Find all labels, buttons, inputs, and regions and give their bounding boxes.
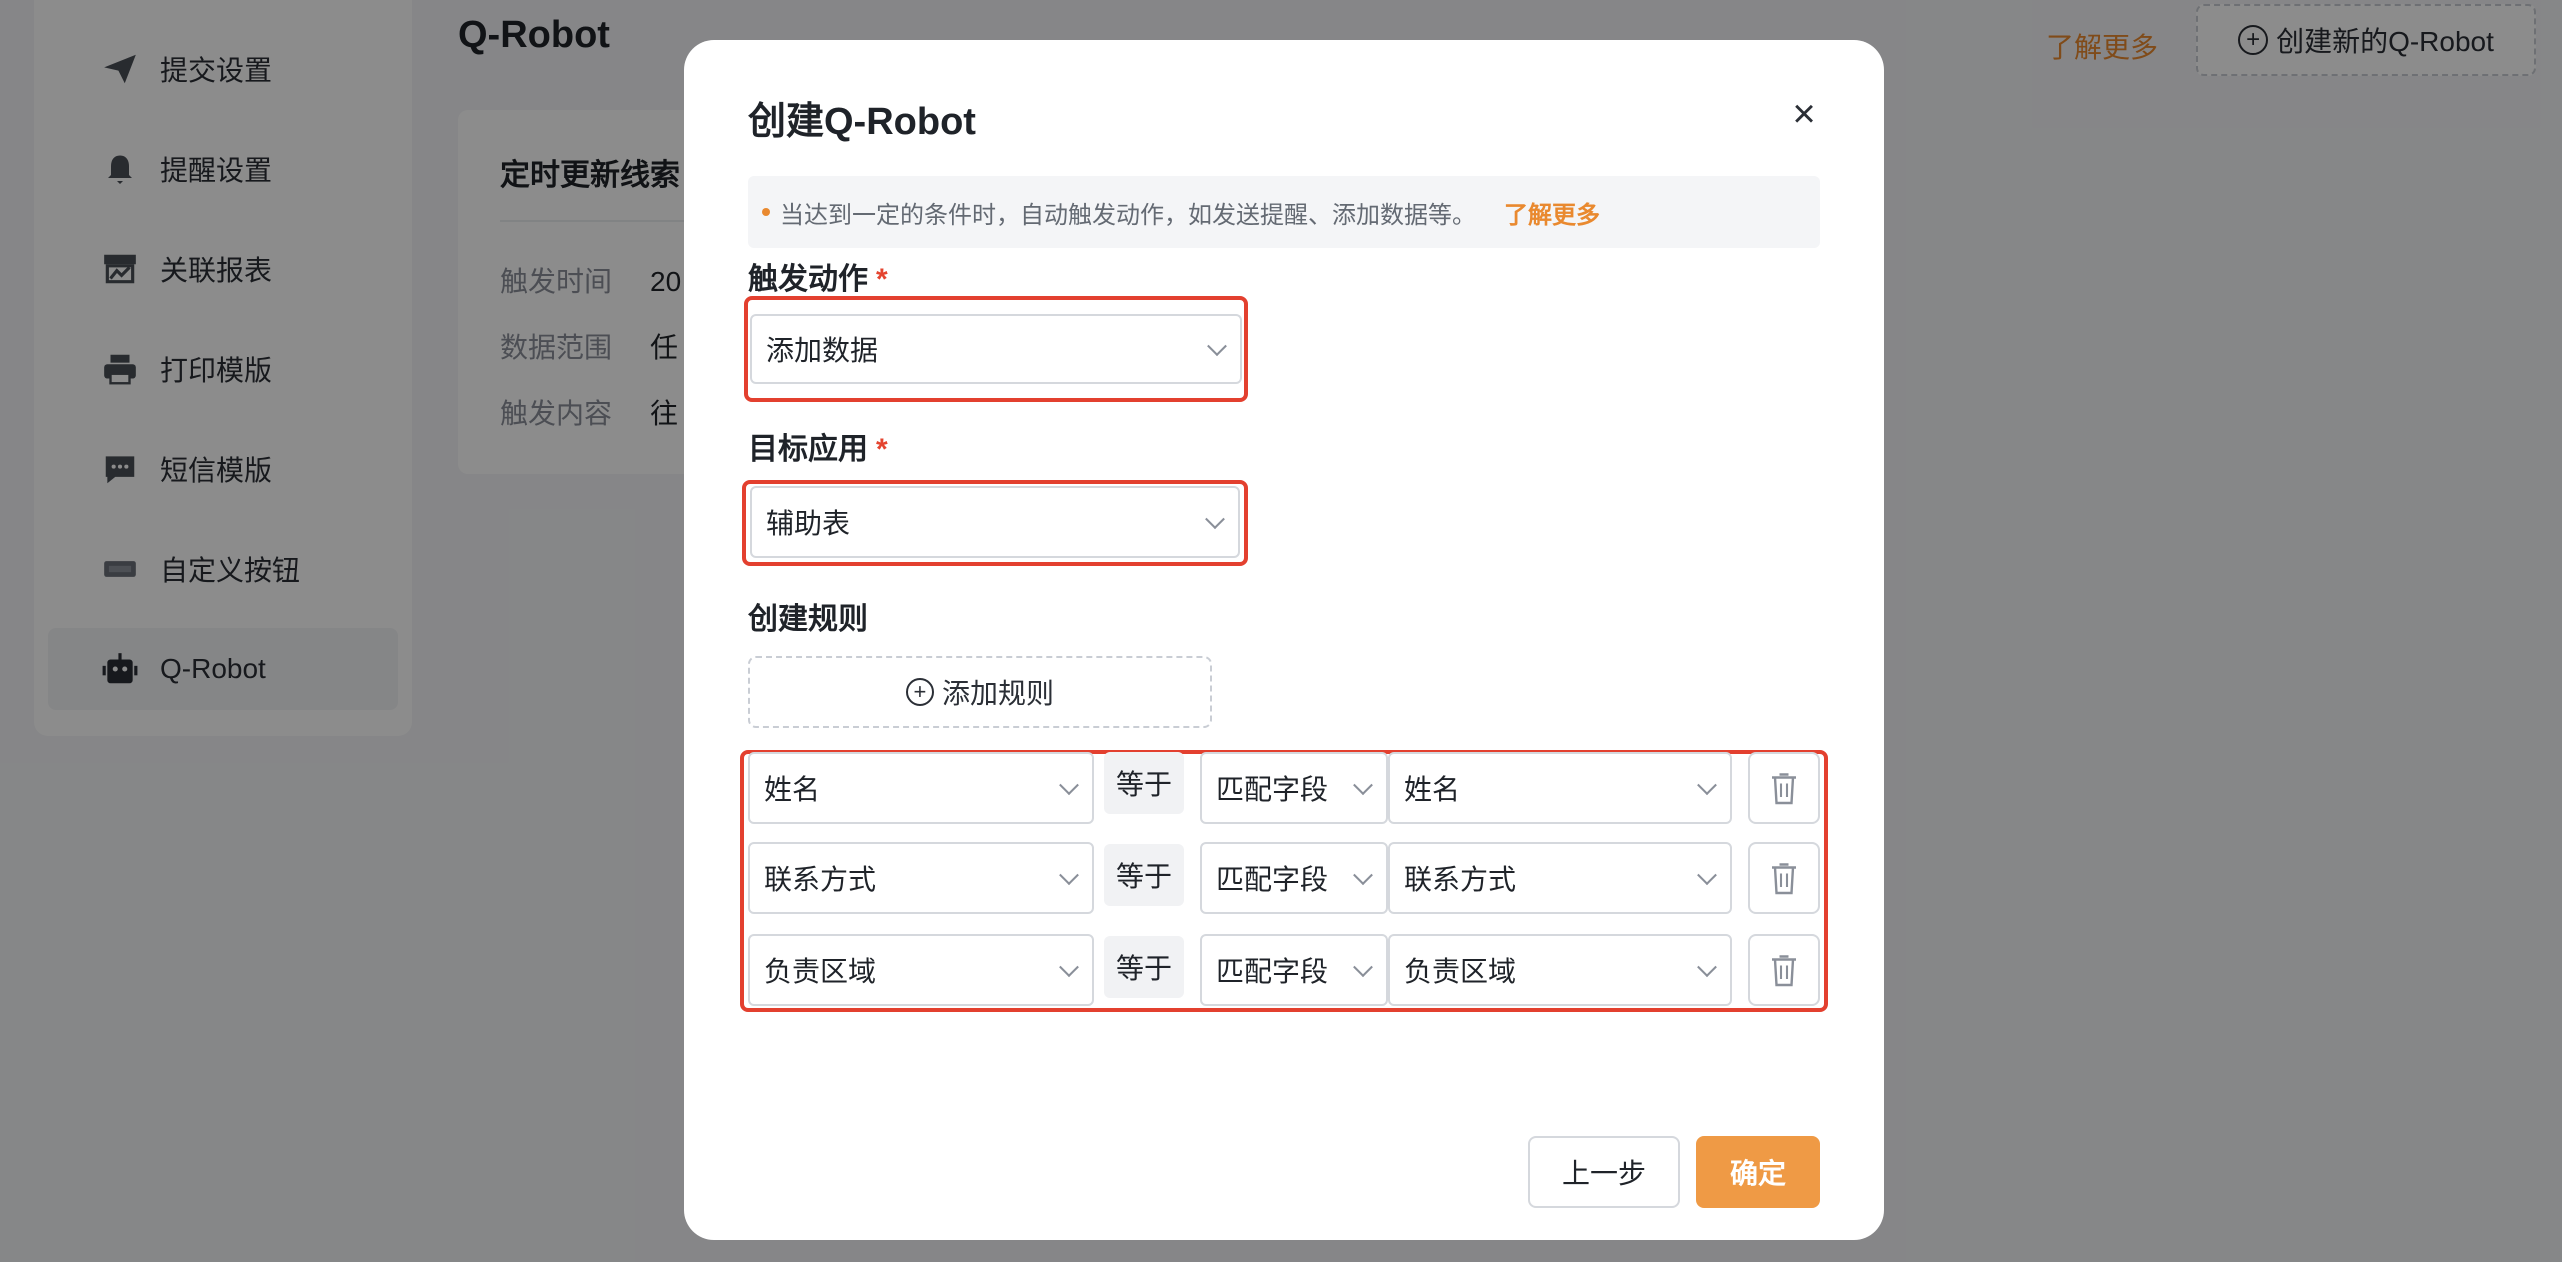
chevron-down-icon	[1059, 865, 1079, 886]
delete-rule-button[interactable]	[1748, 934, 1820, 1006]
label-text: 目标应用	[748, 433, 868, 466]
rule-operator: 等于	[1104, 936, 1184, 998]
label-text: 触发动作	[748, 263, 868, 296]
select-value: 匹配字段	[1216, 956, 1329, 987]
rule-mode-select[interactable]: 匹配字段	[1200, 842, 1388, 914]
chevron-down-icon	[1207, 336, 1227, 357]
trash-icon	[1772, 955, 1796, 987]
trash-icon	[1772, 863, 1796, 895]
tip-text: 当达到一定的条件时，自动触发动作，如发送提醒、添加数据等。	[780, 201, 1476, 229]
chevron-down-icon	[1697, 865, 1717, 886]
rule-field-select[interactable]: 负责区域	[748, 934, 1094, 1006]
chevron-down-icon	[1353, 775, 1373, 796]
add-rule-button[interactable]: + 添加规则	[748, 656, 1212, 728]
select-value: 联系方式	[1404, 864, 1517, 895]
rule-target-select[interactable]: 姓名	[1388, 752, 1732, 824]
info-tip: 当达到一定的条件时，自动触发动作，如发送提醒、添加数据等。 了解更多	[748, 176, 1820, 248]
chevron-down-icon	[1353, 865, 1373, 886]
select-value: 姓名	[1404, 774, 1461, 805]
plus-circle-icon: +	[905, 678, 934, 706]
trash-icon	[1772, 773, 1796, 805]
close-icon[interactable]: ×	[1784, 94, 1824, 134]
required-mark: *	[876, 433, 888, 466]
select-value: 负责区域	[1404, 956, 1517, 987]
chevron-down-icon	[1353, 957, 1373, 978]
chevron-down-icon	[1697, 957, 1717, 978]
select-value: 辅助表	[766, 508, 851, 539]
rule-field-select[interactable]: 联系方式	[748, 842, 1094, 914]
tip-learn-more-link[interactable]: 了解更多	[1504, 195, 1600, 230]
select-value: 添加数据	[766, 335, 879, 366]
create-robot-modal: 创建Q-Robot × 当达到一定的条件时，自动触发动作，如发送提醒、添加数据等…	[684, 40, 1884, 1240]
select-value: 负责区域	[764, 956, 877, 987]
rule-operator: 等于	[1104, 752, 1184, 814]
rule-target-select[interactable]: 联系方式	[1388, 842, 1732, 914]
trigger-action-select[interactable]: 添加数据	[750, 314, 1242, 384]
previous-step-button[interactable]: 上一步	[1528, 1136, 1680, 1208]
target-app-select[interactable]: 辅助表	[750, 486, 1240, 558]
label-text: 创建规则	[748, 603, 868, 636]
delete-rule-button[interactable]	[1748, 752, 1820, 824]
chevron-down-icon	[1059, 957, 1079, 978]
bullet-dot	[762, 208, 770, 216]
create-rules-label: 创建规则	[748, 594, 868, 638]
chevron-down-icon	[1059, 775, 1079, 796]
select-value: 匹配字段	[1216, 864, 1329, 895]
target-app-label: 目标应用 *	[748, 424, 888, 468]
rule-mode-select[interactable]: 匹配字段	[1200, 934, 1388, 1006]
chevron-down-icon	[1205, 509, 1225, 530]
select-value: 姓名	[764, 774, 821, 805]
required-mark: *	[876, 263, 888, 296]
delete-rule-button[interactable]	[1748, 842, 1820, 914]
confirm-button[interactable]: 确定	[1696, 1136, 1820, 1208]
add-rule-label: 添加规则	[941, 678, 1054, 709]
rule-operator: 等于	[1104, 844, 1184, 906]
rule-field-select[interactable]: 姓名	[748, 752, 1094, 824]
modal-title: 创建Q-Robot	[748, 101, 976, 143]
rule-target-select[interactable]: 负责区域	[1388, 934, 1732, 1006]
chevron-down-icon	[1697, 775, 1717, 796]
select-value: 联系方式	[764, 864, 877, 895]
select-value: 匹配字段	[1216, 774, 1329, 805]
rule-mode-select[interactable]: 匹配字段	[1200, 752, 1388, 824]
trigger-action-label: 触发动作 *	[748, 254, 888, 298]
